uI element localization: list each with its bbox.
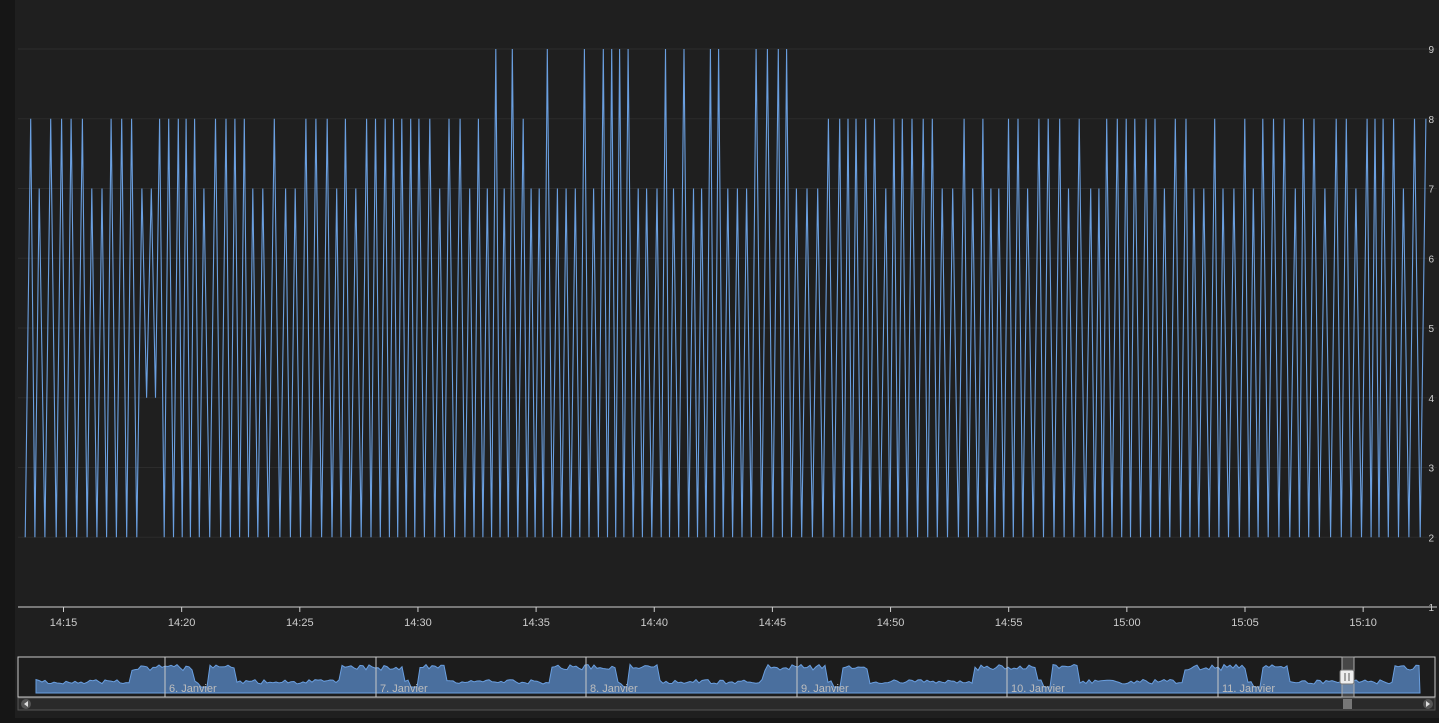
x-tick-label: 14:30 (404, 617, 432, 629)
y-tick-label: 7 (1428, 185, 1434, 196)
y-tick-label: 2 (1428, 533, 1434, 544)
x-tick-label: 14:15 (50, 617, 78, 629)
x-tick-label: 15:00 (1113, 617, 1141, 629)
x-tick-label: 14:40 (640, 617, 668, 629)
x-tick-label: 14:50 (877, 617, 905, 629)
x-tick-label: 14:45 (759, 617, 787, 629)
navigator-scrollbar-thumb[interactable] (1343, 699, 1352, 709)
navigator-day-label: 6. Janvier (169, 683, 217, 695)
navigator-day-label: 11. Janvier (1222, 683, 1275, 695)
chart-svg: 1 2 3 4 5 6 7 8 9 14:15 14:20 14:25 14:30 14:35 14:40… (15, 0, 1439, 718)
y-tick-label: 4 (1428, 394, 1434, 405)
navigator-day-label: 7. Janvier (380, 683, 428, 695)
x-tick-label: 14:35 (522, 617, 550, 629)
chart-container: 1 2 3 4 5 6 7 8 9 14:15 14:20 14:25 14:30 14:35 14:40… (0, 0, 1439, 718)
x-tick-label: 15:05 (1231, 617, 1259, 629)
navigator-handle[interactable] (1339, 669, 1355, 685)
navigator-scrollbar[interactable] (17, 697, 1436, 711)
y-tick-label: 5 (1428, 324, 1434, 335)
navigator-day-label: 10. Janvier (1011, 683, 1065, 695)
navigator-day-label: 8. Janvier (590, 683, 638, 695)
x-tick-label: 15:10 (1349, 617, 1377, 629)
x-tick-label: 14:55 (995, 617, 1023, 629)
y-tick-label: 6 (1428, 254, 1434, 265)
y-tick-label: 3 (1428, 464, 1434, 475)
y-tick-label: 1 (1428, 603, 1434, 614)
x-tick-label: 14:25 (286, 617, 314, 629)
navigator-day-label: 9. Janvier (801, 683, 849, 695)
y-tick-label: 9 (1428, 45, 1434, 56)
x-tick-label: 14:20 (168, 617, 196, 629)
navigator[interactable]: 6. Janvier 7. Janvier 8. Janvier 9. Janvier… (17, 656, 1436, 711)
y-tick-label: 8 (1428, 115, 1434, 126)
